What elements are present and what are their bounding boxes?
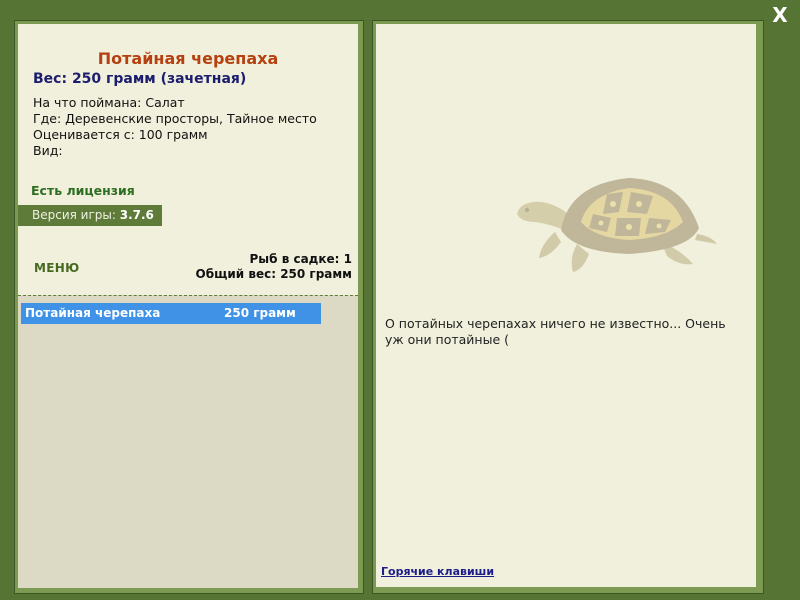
catch-list: Потайная черепаха 250 грамм bbox=[18, 295, 358, 588]
hotkeys-link[interactable]: Горячие клавиши bbox=[381, 565, 494, 578]
location-text: Где: Деревенские просторы, Тайное место bbox=[33, 111, 317, 126]
rated-from-text: Оценивается с: 100 грамм bbox=[33, 127, 208, 142]
caught-on-text: На что поймана: Салат bbox=[33, 95, 185, 110]
turtle-image bbox=[517, 178, 717, 272]
list-item[interactable]: Потайная черепаха 250 грамм bbox=[21, 303, 321, 324]
version-bar: Версия игры: 3.7.6 bbox=[18, 205, 162, 226]
fish-detail-panel: О потайных черепахах ничего не известно.… bbox=[376, 24, 756, 587]
version-label: Версия игры: bbox=[32, 208, 116, 222]
catch-name: Потайная черепаха bbox=[25, 306, 161, 320]
fish-title: Потайная черепаха bbox=[97, 49, 279, 68]
keepnet-count: Рыб в садке: 1 bbox=[249, 252, 353, 266]
close-button[interactable]: X bbox=[770, 4, 790, 26]
keepnet-summary: Рыб в садке: 1 Общий вес: 250 грамм bbox=[196, 252, 352, 282]
menu-button[interactable]: МЕНЮ bbox=[34, 261, 79, 275]
fish-description: О потайных черепахах ничего не известно.… bbox=[385, 316, 726, 347]
fish-weight: Вес: 250 грамм (зачетная) bbox=[33, 71, 247, 87]
kind-text: Вид: bbox=[33, 143, 63, 158]
version-value: 3.7.6 bbox=[119, 208, 154, 222]
catch-weight: 250 грамм bbox=[224, 306, 296, 320]
license-status: Есть лицензия bbox=[31, 183, 135, 198]
keepnet-total-weight: Общий вес: 250 грамм bbox=[195, 267, 352, 281]
fish-info-panel: Потайная черепаха Вес: 250 грамм (зачетн… bbox=[18, 24, 358, 588]
